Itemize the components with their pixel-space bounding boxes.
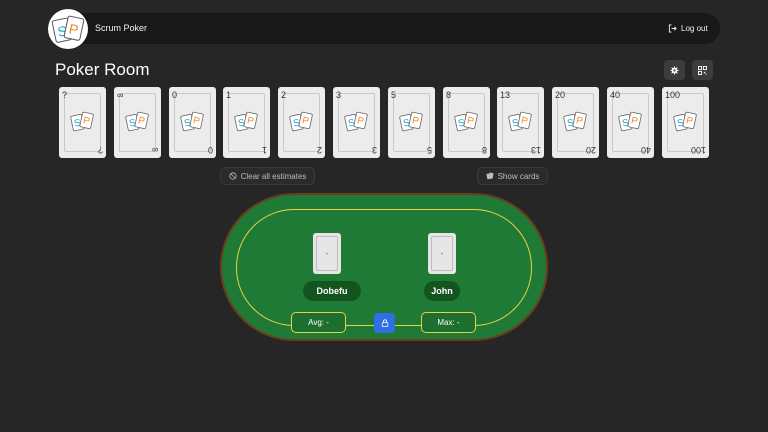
ban-icon (228, 172, 237, 180)
page-title: Poker Room (55, 60, 150, 79)
card-value-bottom: 20 (585, 145, 596, 155)
cards-icon (486, 172, 494, 180)
card-value-bottom: 8 (481, 145, 487, 155)
logout-button[interactable]: Log out (668, 22, 708, 34)
estimate-card[interactable]: 13 13 S P (497, 87, 544, 158)
card-value-bottom: 100 (690, 145, 706, 155)
estimate-card[interactable]: 40 40 S P (607, 87, 654, 158)
clear-estimates-label: Clear all estimates (240, 171, 307, 181)
gear-icon (670, 65, 679, 75)
player-card-value: - (316, 236, 338, 271)
card-logo-icon: SP (125, 111, 149, 132)
estimate-card[interactable]: 8 8 SP (443, 87, 490, 158)
show-cards-label: Show cards (497, 171, 540, 181)
card-value-top: 0 (172, 90, 178, 100)
card-value-top: 40 (610, 90, 621, 100)
card-value-bottom: ? (97, 145, 103, 155)
card-value-bottom: 5 (426, 145, 432, 155)
card-value-top: 8 (446, 90, 452, 100)
card-value-bottom: 13 (530, 145, 541, 155)
card-value-bottom: ∞ (151, 145, 158, 155)
estimate-card[interactable]: 100 100 S P (662, 87, 709, 158)
qr-code-icon (698, 65, 707, 75)
card-value-bottom: 0 (207, 145, 213, 155)
estimate-card[interactable]: ∞ ∞ S P (114, 87, 161, 158)
card-logo-icon: SP (399, 111, 423, 132)
card-logo-icon: SP (563, 111, 587, 132)
settings-button[interactable] (664, 60, 685, 80)
card-logo-icon: SP (454, 111, 478, 132)
max-stat: Max: - (421, 312, 476, 333)
app-logo[interactable]: S P (48, 9, 88, 49)
card-logo-icon: SP (618, 111, 642, 132)
estimate-card[interactable]: 0 0 SP (169, 87, 216, 158)
show-cards-button[interactable]: Show cards (477, 167, 548, 185)
card-value-top: 3 (336, 90, 342, 100)
estimate-card[interactable]: 5 5 SP (388, 87, 435, 158)
card-value-top: 1 (226, 90, 232, 100)
logo-cards-icon: S P (51, 15, 85, 43)
card-logo-icon: SP (234, 111, 258, 132)
card-logo-icon: SP (508, 111, 532, 132)
clear-estimates-button[interactable]: Clear all estimates (220, 167, 315, 185)
logout-label: Log out (681, 23, 708, 33)
lock-button[interactable] (374, 313, 395, 333)
card-value-bottom: 3 (371, 145, 377, 155)
app-title: Scrum Poker (95, 23, 148, 33)
card-logo-icon: SP (70, 111, 94, 132)
lock-icon (381, 319, 388, 327)
card-value-top: 20 (555, 90, 566, 100)
card-value-bottom: 2 (316, 145, 322, 155)
card-logo-icon: SP (289, 111, 313, 132)
logout-icon (668, 23, 677, 33)
card-logo-icon: SP (673, 111, 697, 132)
card-value-top: ? (62, 90, 68, 100)
table-line (236, 209, 532, 326)
top-navbar (48, 13, 720, 44)
card-value-top: 5 (391, 90, 397, 100)
card-value-top: 13 (500, 90, 511, 100)
card-value-bottom: 40 (640, 145, 651, 155)
player-name: Dobefu (303, 281, 361, 301)
card-logo-icon: SP (180, 111, 204, 132)
card-deck: ?? S P ∞ ∞ S P 0 0 S P 1 1 S P 2 2 S P 3 3 S P 5 5 S P 8 8 S P 13 13 S P 20… (59, 87, 719, 159)
card-value-top: 2 (281, 90, 287, 100)
card-value-top: 100 (665, 90, 681, 100)
average-stat: Avg: - (291, 312, 346, 333)
player-card-value: - (431, 236, 453, 271)
player-card: - (313, 233, 341, 274)
player-name: John (424, 281, 460, 301)
card-logo-icon: SP (344, 111, 368, 132)
estimate-card[interactable]: 20 20 S P (552, 87, 599, 158)
qr-code-button[interactable] (692, 60, 713, 80)
estimate-card[interactable]: 3 3 SP (333, 87, 380, 158)
estimate-card[interactable]: 1 1 SP (223, 87, 270, 158)
player-card: - (428, 233, 456, 274)
card-value-top: ∞ (117, 90, 124, 100)
card-value-bottom: 1 (261, 145, 267, 155)
estimate-card[interactable]: 2 2 SP (278, 87, 325, 158)
estimate-card[interactable]: ?? S P (59, 87, 106, 158)
